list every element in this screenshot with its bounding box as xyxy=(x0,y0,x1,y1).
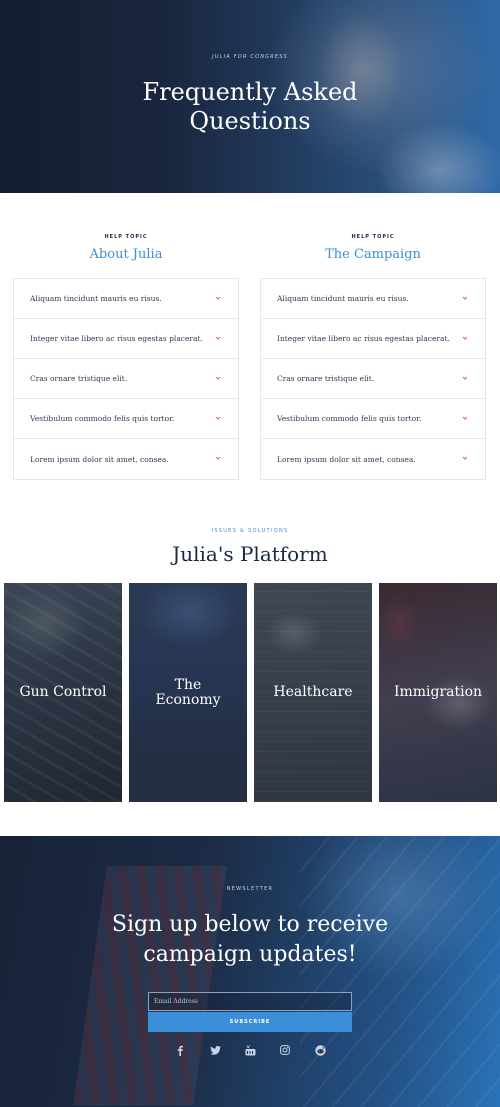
chevron-down-icon xyxy=(215,376,221,380)
chevron-down-icon xyxy=(462,416,468,420)
faq-question: Cras ornare tristique elit. xyxy=(277,374,375,383)
faq-question: Integer vitae libero ac risus egestas pl… xyxy=(277,334,450,343)
faq-item[interactable]: Lorem ipsum dolor sit amet, consea. xyxy=(261,439,485,479)
faq-question: Cras ornare tristique elit. xyxy=(30,374,128,383)
platform-card-healthcare[interactable]: Healthcare xyxy=(254,583,372,802)
card-label: Gun Control xyxy=(19,685,106,700)
platform-kicker: ISSUES & SOLUTIONS xyxy=(211,528,289,534)
email-field[interactable] xyxy=(148,992,352,1011)
platform-card-the-economy[interactable]: The Economy xyxy=(129,583,247,802)
faq-item[interactable]: Aliquam tincidunt mauris eu risus. xyxy=(14,279,238,319)
card-label: Immigration xyxy=(394,685,482,700)
chevron-down-icon xyxy=(215,296,221,300)
chevron-down-icon xyxy=(215,416,221,420)
faq-title: The Campaign xyxy=(325,247,421,262)
card-label: Healthcare xyxy=(273,685,352,700)
platform-card-immigration[interactable]: Immigration xyxy=(379,583,497,802)
instagram-icon[interactable] xyxy=(279,1044,291,1056)
hero-kicker: JULIA FOR CONGRESS xyxy=(212,54,288,60)
twitter-icon[interactable] xyxy=(209,1044,221,1056)
card-label: The Economy xyxy=(155,676,221,708)
subscribe-button[interactable]: SUBSCRIBE xyxy=(148,1012,352,1032)
card-label-line2: Economy xyxy=(155,691,221,708)
faq-question: Lorem ipsum dolor sit amet, consea. xyxy=(277,454,416,464)
faq-item[interactable]: Vestibulum commodo felis quis tortor. xyxy=(261,399,485,439)
newsletter-title-line1: Sign up below to receive xyxy=(111,912,389,937)
chevron-down-icon xyxy=(462,296,468,300)
chevron-down-icon xyxy=(215,336,221,340)
faq-item[interactable]: Integer vitae libero ac risus egestas pl… xyxy=(14,319,238,359)
page-title: Frequently Asked Questions xyxy=(0,78,500,136)
newsletter-title-line2: campaign updates! xyxy=(143,942,357,967)
building-background-photo xyxy=(300,836,500,1107)
faq-column-about-julia: HELP TOPIC About Julia Aliquam tincidunt… xyxy=(13,232,239,480)
page-title-line1: Frequently Asked xyxy=(142,78,358,106)
flag-background-photo xyxy=(73,866,227,1106)
chevron-down-icon xyxy=(462,376,468,380)
faq-question: Vestibulum commodo felis quis tortor. xyxy=(277,414,422,423)
page-title-line2: Questions xyxy=(189,107,311,135)
platform-title: Julia's Platform xyxy=(172,542,328,566)
faq-column-the-campaign: HELP TOPIC The Campaign Aliquam tincidun… xyxy=(260,232,486,480)
hero-section: JULIA FOR CONGRESS Frequently Asked Ques… xyxy=(0,0,500,193)
faq-item[interactable]: Aliquam tincidunt mauris eu risus. xyxy=(261,279,485,319)
faq-kicker: HELP TOPIC xyxy=(351,234,395,240)
card-label-line1: Gun Control xyxy=(19,684,107,700)
chevron-down-icon xyxy=(215,456,221,460)
faq-question: Aliquam tincidunt mauris eu risus. xyxy=(30,294,162,303)
platform-card-gun-control[interactable]: Gun Control xyxy=(4,583,122,802)
faq-question: Vestibulum commodo felis quis tortor. xyxy=(30,414,175,423)
faq-item[interactable]: Cras ornare tristique elit. xyxy=(14,359,238,399)
faq-list: Aliquam tincidunt mauris eu risus. Integ… xyxy=(260,278,486,480)
facebook-icon[interactable] xyxy=(174,1044,186,1056)
faq-question: Aliquam tincidunt mauris eu risus. xyxy=(277,294,409,303)
newsletter-section: NEWSLETTER Sign up below to receive camp… xyxy=(0,836,500,1107)
faq-item[interactable]: Cras ornare tristique elit. xyxy=(261,359,485,399)
faq-question: Lorem ipsum dolor sit amet, consea. xyxy=(30,454,169,464)
chevron-down-icon xyxy=(462,456,468,460)
card-label-line1: Immigration xyxy=(393,684,483,700)
faq-item[interactable]: Vestibulum commodo felis quis tortor. xyxy=(14,399,238,439)
chevron-down-icon xyxy=(462,336,468,340)
faq-title: About Julia xyxy=(89,247,163,262)
faq-item[interactable]: Integer vitae libero ac risus egestas pl… xyxy=(261,319,485,359)
youtube-icon[interactable] xyxy=(244,1044,256,1056)
reddit-icon[interactable] xyxy=(314,1044,326,1056)
card-label-line1: Healthcare xyxy=(273,684,353,700)
faq-question: Integer vitae libero ac risus egestas pl… xyxy=(30,334,203,343)
faq-item[interactable]: Lorem ipsum dolor sit amet, consea. xyxy=(14,439,238,479)
social-links xyxy=(0,1044,500,1058)
faq-list: Aliquam tincidunt mauris eu risus. Integ… xyxy=(13,278,239,480)
newsletter-kicker: NEWSLETTER xyxy=(226,886,274,892)
card-label-line1: The xyxy=(174,676,202,693)
faq-kicker: HELP TOPIC xyxy=(104,234,148,240)
newsletter-title: Sign up below to receive campaign update… xyxy=(0,910,500,970)
